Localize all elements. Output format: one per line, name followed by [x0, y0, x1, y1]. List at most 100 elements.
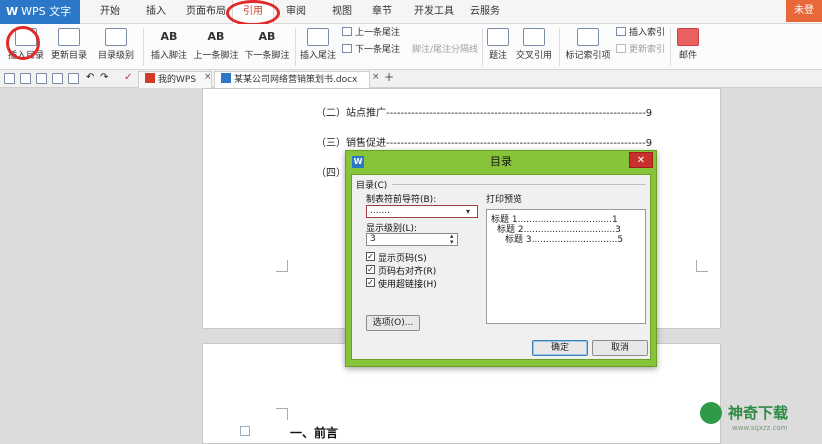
pin-icon[interactable]: ✓: [124, 72, 132, 83]
ribbon-divider: [295, 28, 296, 66]
next-endnote-label: 下一条尾注: [355, 45, 401, 55]
prev-footnote-icon: AB: [207, 30, 225, 43]
insert-endnote-icon: [307, 28, 329, 46]
tab-view[interactable]: 视图: [322, 0, 362, 24]
tab-cloud[interactable]: 云服务: [462, 0, 508, 24]
prev-footnote-button[interactable]: AB 上一条脚注: [192, 24, 240, 70]
wps-icon: [145, 73, 155, 83]
login-button[interactable]: 未登: [786, 0, 822, 22]
next-footnote-button[interactable]: AB 下一条脚注: [242, 24, 292, 70]
redo-icon[interactable]: ↷: [100, 72, 108, 83]
insert-endnote-button[interactable]: 插入尾注: [298, 24, 338, 70]
open-folder-icon[interactable]: [4, 73, 15, 84]
section-heading: 一、前言: [290, 426, 339, 440]
tab-my-wps[interactable]: 我的WPS: [138, 71, 212, 88]
watermark: 神奇下载 www.sqxzz.com: [696, 396, 822, 444]
export-pdf-icon[interactable]: [36, 73, 47, 84]
ok-button[interactable]: 确定: [532, 340, 588, 356]
ribbon-divider: [559, 28, 560, 66]
close-tab-icon[interactable]: ×: [204, 72, 212, 82]
undo-icon[interactable]: ↶: [86, 72, 94, 83]
tab-my-wps-label: 我的WPS: [158, 75, 197, 85]
print-preview-icon[interactable]: [68, 73, 79, 84]
footnote-separator-button[interactable]: 脚注/尾注分隔线: [412, 42, 478, 59]
tab-developer[interactable]: 开发工具: [406, 0, 462, 24]
right-align-label: 页码右对齐(R): [378, 267, 437, 277]
toc-dialog: 目录 W ✕ 目录(C) 制表符前导符(B): ....... ▾ 显示级别(L…: [345, 150, 657, 367]
insert-index-icon: [616, 27, 626, 36]
level-value: 3: [370, 234, 376, 244]
update-index-label: 更新索引: [629, 45, 666, 55]
insert-endnote-label: 插入尾注: [299, 51, 336, 61]
prev-endnote-label: 上一条尾注: [355, 28, 401, 38]
mark-index-icon: [577, 28, 599, 46]
ribbon-divider: [670, 28, 671, 66]
next-endnote-button[interactable]: 下一条尾注: [342, 42, 400, 59]
annotation-circle-toc: [6, 26, 40, 60]
prev-endnote-icon: [342, 27, 352, 36]
print-icon[interactable]: [52, 73, 63, 84]
mark-index-button[interactable]: 标记索引项: [562, 24, 614, 70]
tab-page-layout[interactable]: 页面布局: [180, 0, 232, 24]
annotation-circle-tab: [226, 0, 280, 26]
mail-label: 邮件: [678, 51, 697, 61]
options-button[interactable]: 选项(O)...: [366, 315, 420, 331]
tab-insert[interactable]: 插入: [136, 0, 176, 24]
watermark-logo-icon: [700, 402, 722, 424]
caption-label: 题注: [488, 51, 507, 61]
cross-ref-icon: [523, 28, 545, 46]
hyperlinks-label: 使用超链接(H): [378, 280, 437, 290]
watermark-text: 神奇下载: [728, 404, 789, 422]
ribbon-divider: [482, 28, 483, 66]
close-tab-icon[interactable]: ×: [372, 72, 380, 82]
cross-ref-button[interactable]: 交叉引用: [512, 24, 556, 70]
update-index-button[interactable]: 更新索引: [616, 42, 665, 59]
update-index-icon: [616, 44, 626, 53]
right-align-checkbox[interactable]: ✓: [366, 265, 375, 274]
mark-index-label: 标记索引项: [565, 51, 611, 61]
preview-label: 打印预览: [486, 195, 523, 205]
wps-logo-icon: W: [6, 5, 19, 18]
level-spinner[interactable]: 3: [366, 233, 458, 246]
insert-index-button[interactable]: 插入索引: [616, 25, 665, 42]
show-page-numbers-checkbox[interactable]: ✓: [366, 252, 375, 261]
save-icon[interactable]: [20, 73, 31, 84]
update-toc-label: 更新目录: [50, 51, 87, 61]
tab-home[interactable]: 开始: [88, 0, 132, 24]
hyperlinks-checkbox[interactable]: ✓: [366, 278, 375, 287]
page-corner-mark: [276, 260, 288, 272]
insert-footnote-button[interactable]: AB 插入脚注: [148, 24, 190, 70]
new-tab-icon[interactable]: +: [384, 70, 394, 84]
caption-button[interactable]: 题注: [484, 24, 512, 70]
app-logo-label: WPS 文字: [21, 5, 72, 18]
spinner-arrows-icon[interactable]: ▴ ▾: [450, 233, 454, 246]
mail-icon: [677, 28, 699, 46]
toc-level-label: 目录级别: [97, 51, 134, 61]
prev-endnote-button[interactable]: 上一条尾注: [342, 25, 400, 42]
chevron-down-icon[interactable]: ▾: [466, 207, 470, 216]
tab-document[interactable]: 某某公司网络营销策划书.docx *: [214, 71, 370, 101]
tab-section[interactable]: 章节: [362, 0, 402, 24]
tab-review[interactable]: 审阅: [276, 0, 316, 24]
app-menu-button[interactable]: W WPS 文字: [0, 0, 80, 24]
cancel-button[interactable]: 取消: [592, 340, 648, 356]
paragraph-icon[interactable]: [240, 426, 250, 436]
insert-index-label: 插入索引: [629, 28, 666, 38]
update-toc-button[interactable]: 更新目录: [48, 24, 90, 70]
ribbon-divider: [143, 28, 144, 66]
document-icon: [221, 73, 231, 83]
next-footnote-icon: AB: [258, 30, 276, 43]
group-divider: [392, 184, 646, 185]
leader-value: .......: [370, 206, 391, 216]
next-footnote-label: 下一条脚注: [244, 51, 290, 61]
wps-icon: W: [352, 156, 364, 168]
leader-select[interactable]: .......: [366, 205, 478, 218]
leader-label: 制表符前导符(B):: [366, 195, 437, 205]
toc-level-icon: [105, 28, 127, 46]
toc-level-button[interactable]: 目录级别: [92, 24, 140, 70]
mail-button[interactable]: 邮件: [674, 24, 702, 70]
close-icon[interactable]: ✕: [629, 152, 653, 168]
footnote-ab-icon: AB: [160, 30, 178, 43]
dialog-title: 目录: [490, 155, 512, 168]
preview-heading-3: 标题 3..............................5: [505, 235, 624, 245]
